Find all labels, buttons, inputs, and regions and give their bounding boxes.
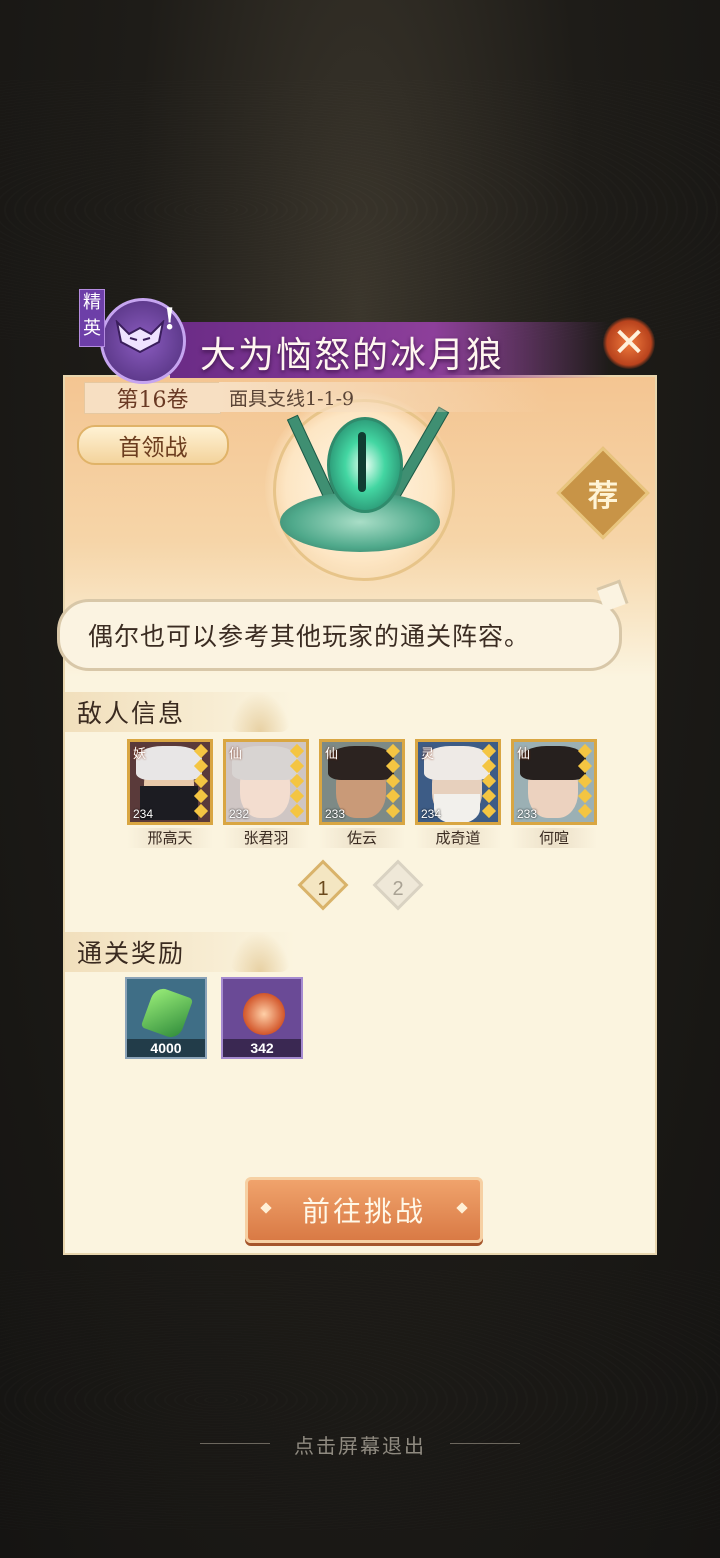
enemy-level: 234 xyxy=(421,807,442,821)
stage-info-panel: 第16卷 面具支线1-1-9 首领战 荐 偶尔也可以参考其他玩家的通关阵容。 敌… xyxy=(57,375,657,1255)
wolf-mask-icon xyxy=(115,320,165,354)
faction-badge: 仙 xyxy=(229,747,243,762)
enemy-name: 成奇道 xyxy=(415,828,501,848)
lotus-decoration xyxy=(230,692,290,732)
orange-orb-icon xyxy=(243,993,285,1035)
faction-badge: 灵 xyxy=(421,747,435,762)
enemy-card[interactable]: 仙 232 张君羽 xyxy=(223,739,309,848)
background-pattern xyxy=(0,1270,720,1530)
background-pattern xyxy=(0,80,720,340)
faction-badge: 妖 xyxy=(133,747,147,762)
reward-item[interactable]: 4000 xyxy=(125,977,207,1059)
enemy-level: 234 xyxy=(133,807,154,821)
enemy-card[interactable]: 灵 234 成奇道 xyxy=(415,739,501,848)
page-indicator-1[interactable]: 1 xyxy=(297,859,349,911)
elite-badge: 精英 xyxy=(79,289,105,347)
tip-speech-bubble: 偶尔也可以参考其他玩家的通关阵容。 xyxy=(57,599,622,671)
lotus-decoration xyxy=(230,932,290,972)
enemy-name: 张君羽 xyxy=(223,828,309,848)
enemy-level: 233 xyxy=(517,807,538,821)
volume-label: 第16卷 xyxy=(84,382,221,414)
reward-quantity: 4000 xyxy=(127,1039,205,1057)
enemy-level: 233 xyxy=(325,807,346,821)
go-challenge-button[interactable]: 前往挑战 xyxy=(245,1177,483,1243)
tap-to-exit-hint[interactable]: 点击屏幕退出 xyxy=(0,1430,720,1459)
recommend-label: 荐 xyxy=(588,479,618,514)
alert-mark-icon: ! xyxy=(163,302,177,337)
enemy-name: 邢高天 xyxy=(127,828,213,848)
faction-badge: 仙 xyxy=(325,747,339,762)
reward-item[interactable]: 342 xyxy=(221,977,303,1059)
enemy-name: 何喧 xyxy=(511,828,597,848)
enemy-card[interactable]: 仙 233 佐云 xyxy=(319,739,405,848)
enemy-level: 232 xyxy=(229,807,250,821)
page-indicator-2[interactable]: 2 xyxy=(372,859,424,911)
enemy-name: 佐云 xyxy=(319,828,405,848)
enemy-card[interactable]: 仙 233 何喧 xyxy=(511,739,597,848)
enemy-card[interactable]: 妖 234 邢高天 xyxy=(127,739,213,848)
close-button[interactable]: ✕ xyxy=(598,312,660,374)
close-x-icon: ✕ xyxy=(612,320,646,366)
reward-quantity: 342 xyxy=(223,1039,301,1057)
stage-title: 大为恼怒的冰月狼 xyxy=(200,335,505,376)
battle-type-badge: 首领战 xyxy=(77,425,229,465)
go-challenge-label: 前往挑战 xyxy=(301,1195,426,1228)
green-crystal-icon xyxy=(140,985,194,1041)
stage-branch-label: 面具支线1-1-9 xyxy=(219,382,549,412)
faction-badge: 仙 xyxy=(517,747,531,762)
